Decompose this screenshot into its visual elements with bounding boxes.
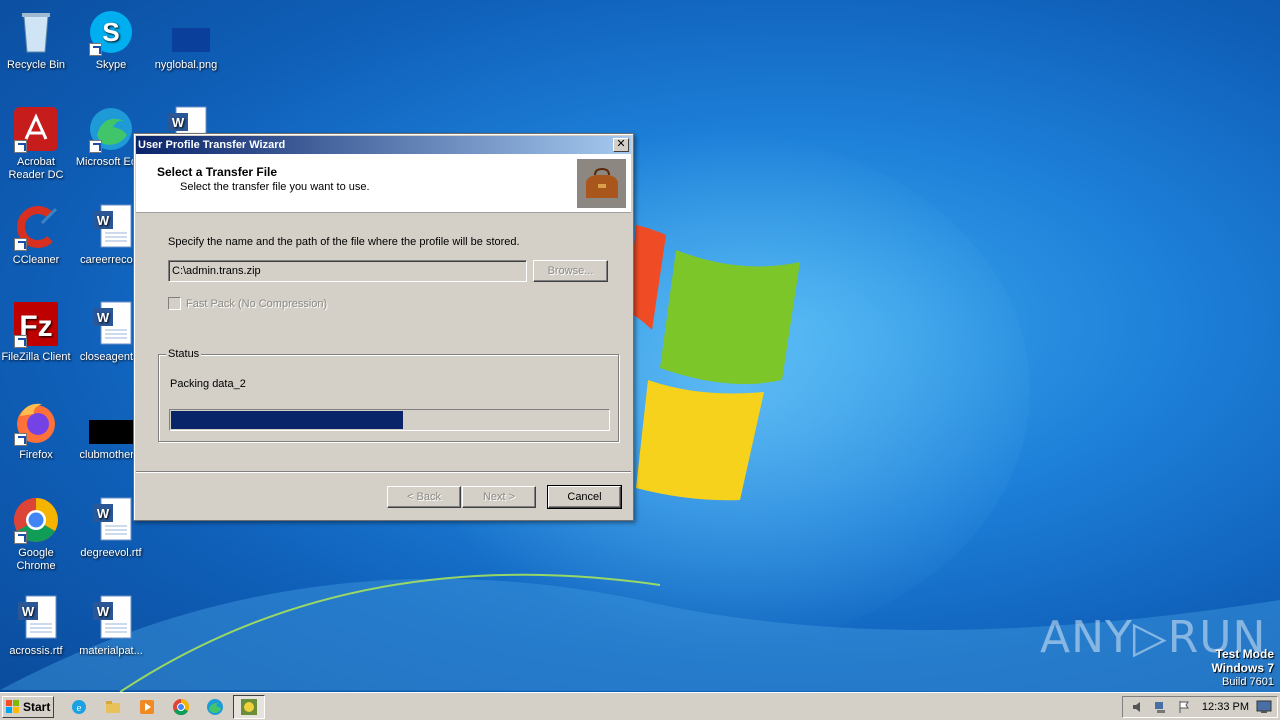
chrome-icon [12,496,60,544]
word-document-icon: W [12,594,60,642]
svg-text:W: W [97,506,110,521]
progress-bar [169,409,610,431]
progress-bar-fill [171,411,403,429]
cancel-button[interactable]: Cancel [547,485,622,509]
status-groupbox: Status Packing data_2 [158,348,619,442]
start-button[interactable]: Start [2,696,54,718]
dialog-titlebar[interactable]: User Profile Transfer Wizard ✕ [136,136,631,154]
shortcut-arrow-icon [89,140,102,153]
desktop-icon-acrobat[interactable]: Acrobat Reader DC [0,105,74,182]
header-title: Select a Transfer File [157,165,278,179]
recycle-bin-icon [12,8,60,56]
status-text: Packing data_2 [170,378,246,390]
shortcut-arrow-icon [14,238,27,251]
filezilla-icon: Fz [12,300,60,348]
desktop-icon-nyglobal[interactable]: nyglobal.png [148,8,224,72]
dialog-title: User Profile Transfer Wizard [138,139,286,151]
image-file-icon [87,398,135,446]
word-document-icon: W [87,203,135,251]
browse-button[interactable]: Browse... [533,260,608,282]
network-icon[interactable] [1153,700,1167,714]
shortcut-arrow-icon [14,140,27,153]
windows-logo-icon [6,700,19,713]
back-button[interactable]: < Back [387,486,461,508]
taskbar: Start e 12:33 PM [0,692,1280,720]
svg-text:e: e [77,702,82,714]
desktop-icon-firefox[interactable]: Firefox [0,398,74,462]
desktop-icon-acrossis[interactable]: W acrossis.rtf [0,594,74,658]
start-label: Start [23,700,51,714]
checkbox-box[interactable] [168,297,181,310]
file-explorer-icon[interactable] [104,698,122,716]
file-path-field[interactable]: C:\admin.trans.zip [168,260,527,282]
desktop-icon-recycle-bin[interactable]: Recycle Bin [0,8,74,72]
fast-pack-label: Fast Pack (No Compression) [186,298,328,310]
svg-text:W: W [97,604,110,619]
system-tray: 12:33 PM [1122,696,1278,718]
close-icon: ✕ [616,138,626,150]
volume-icon[interactable] [1131,700,1145,714]
next-button[interactable]: Next > [462,486,536,508]
build-label: Build 7601 [1222,676,1274,688]
shortcut-arrow-icon [14,531,27,544]
header-subtitle: Select the transfer file you want to use… [180,181,370,193]
transfer-wizard-dialog: User Profile Transfer Wizard ✕ Select a … [133,133,634,521]
desktop-icon-skype[interactable]: S Skype [73,8,149,72]
word-document-icon: W [87,594,135,642]
svg-text:W: W [97,310,110,325]
show-desktop-icon[interactable] [1256,700,1272,714]
status-legend: Status [166,348,202,360]
os-name-label: Windows 7 [1211,661,1274,675]
desktop-icon-filezilla[interactable]: Fz FileZilla Client [0,300,74,364]
acrobat-icon [12,105,60,153]
ccleaner-icon [12,203,60,251]
desktop-icon-ccleaner[interactable]: CCleaner [0,203,74,267]
shortcut-arrow-icon [14,335,27,348]
edge-taskbar-icon[interactable] [206,698,224,716]
desktop-icon-materialpat[interactable]: W materialpat... [73,594,149,658]
briefcase-icon [577,159,626,208]
test-mode-label: Test Mode [1215,647,1274,661]
image-file-icon [162,8,212,56]
media-player-icon[interactable] [138,698,156,716]
test-mode-notice: Test Mode Windows 7 Build 7601 [1211,647,1274,689]
shortcut-arrow-icon [89,43,102,56]
desktop-icon-chrome[interactable]: Google Chrome [0,496,74,573]
wizard-app-icon [241,699,257,715]
svg-text:W: W [22,604,35,619]
shortcut-arrow-icon [14,433,27,446]
chrome-taskbar-icon[interactable] [172,698,190,716]
instruction-text: Specify the name and the path of the fil… [168,236,520,248]
taskbar-active-wizard[interactable] [233,695,265,719]
action-center-flag-icon[interactable] [1177,700,1191,714]
svg-text:W: W [172,115,185,130]
wizard-header: Select a Transfer File Select the transf… [136,154,631,213]
internet-explorer-icon[interactable]: e [70,698,88,716]
fast-pack-checkbox[interactable]: Fast Pack (No Compression) [168,297,327,310]
word-document-icon: W [87,300,135,348]
firefox-icon [12,398,60,446]
svg-text:W: W [97,213,110,228]
edge-icon [87,105,135,153]
word-document-icon: W [87,496,135,544]
skype-icon: S [87,8,135,56]
taskbar-clock[interactable]: 12:33 PM [1202,701,1249,713]
svg-text:S: S [102,17,119,47]
button-separator [136,471,631,473]
close-button[interactable]: ✕ [613,138,629,152]
